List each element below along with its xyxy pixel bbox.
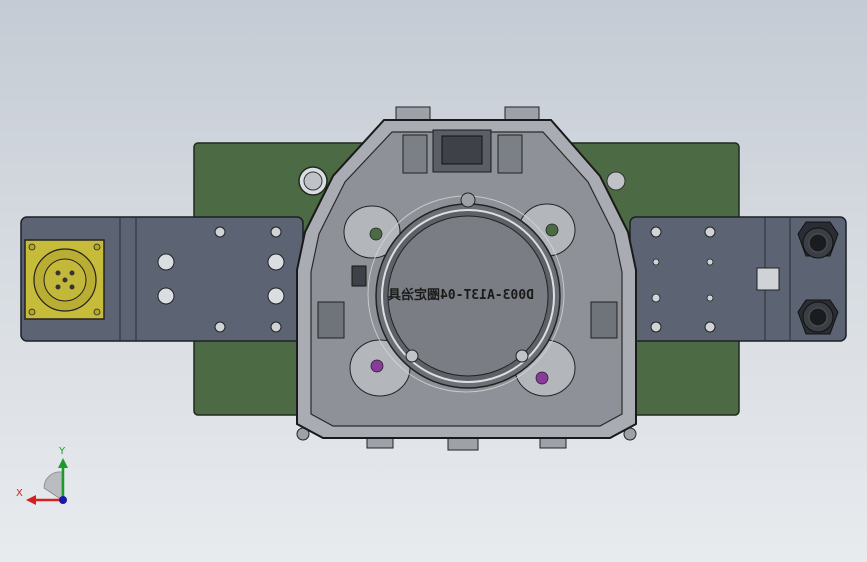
y-axis-arrow-icon	[58, 458, 68, 468]
cable-gland-bottom	[797, 299, 839, 335]
cad-viewport[interactable]: D003-A13T-04圈定治具 Y X	[0, 0, 867, 562]
housing	[296, 106, 637, 451]
z-axis-dot-icon	[59, 496, 67, 504]
connector-plug	[24, 239, 105, 320]
part-engraving: D003-A13T-04圈定治具	[388, 287, 534, 303]
x-axis-arrow-icon	[26, 495, 36, 505]
coordinate-triad: Y X	[16, 446, 68, 505]
x-axis-label: X	[16, 488, 23, 499]
y-axis-label: Y	[58, 446, 66, 457]
